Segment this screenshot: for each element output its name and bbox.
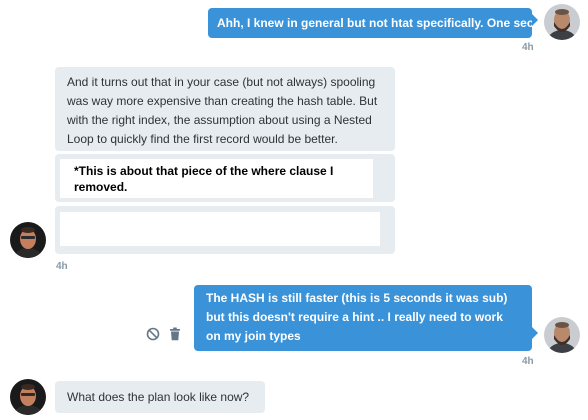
incoming-message-attachment: *This is about that piece of the where c… [55, 154, 395, 202]
message-text: Ahh, I knew in general but not htat spec… [217, 16, 534, 30]
incoming-message-card [55, 206, 395, 254]
own-avatar[interactable] [544, 4, 580, 40]
own-avatar[interactable] [544, 317, 580, 353]
incoming-message: And it turns out that in your case (but … [55, 67, 395, 151]
outgoing-message: Ahh, I knew in general but not htat spec… [208, 8, 538, 38]
message-timestamp: 4h [522, 42, 534, 53]
empty-card[interactable] [60, 212, 380, 246]
message-text: And it turns out that in your case (but … [67, 75, 378, 146]
contact-avatar[interactable] [10, 222, 46, 258]
message-timestamp: 4h [56, 261, 68, 272]
attachment-card[interactable]: *This is about that piece of the where c… [60, 159, 373, 198]
block-icon[interactable] [146, 327, 160, 344]
trash-icon[interactable] [169, 327, 181, 344]
outgoing-message: The HASH is still faster (this is 5 seco… [194, 285, 538, 351]
message-text: The HASH is still faster (this is 5 seco… [206, 291, 508, 343]
attachment-text: *This is about that piece of the where c… [74, 164, 334, 194]
message-timestamp: 4h [522, 356, 534, 367]
message-text: What does the plan look like now? [67, 390, 250, 404]
contact-avatar[interactable] [10, 379, 46, 415]
incoming-message: What does the plan look like now? [55, 381, 265, 413]
